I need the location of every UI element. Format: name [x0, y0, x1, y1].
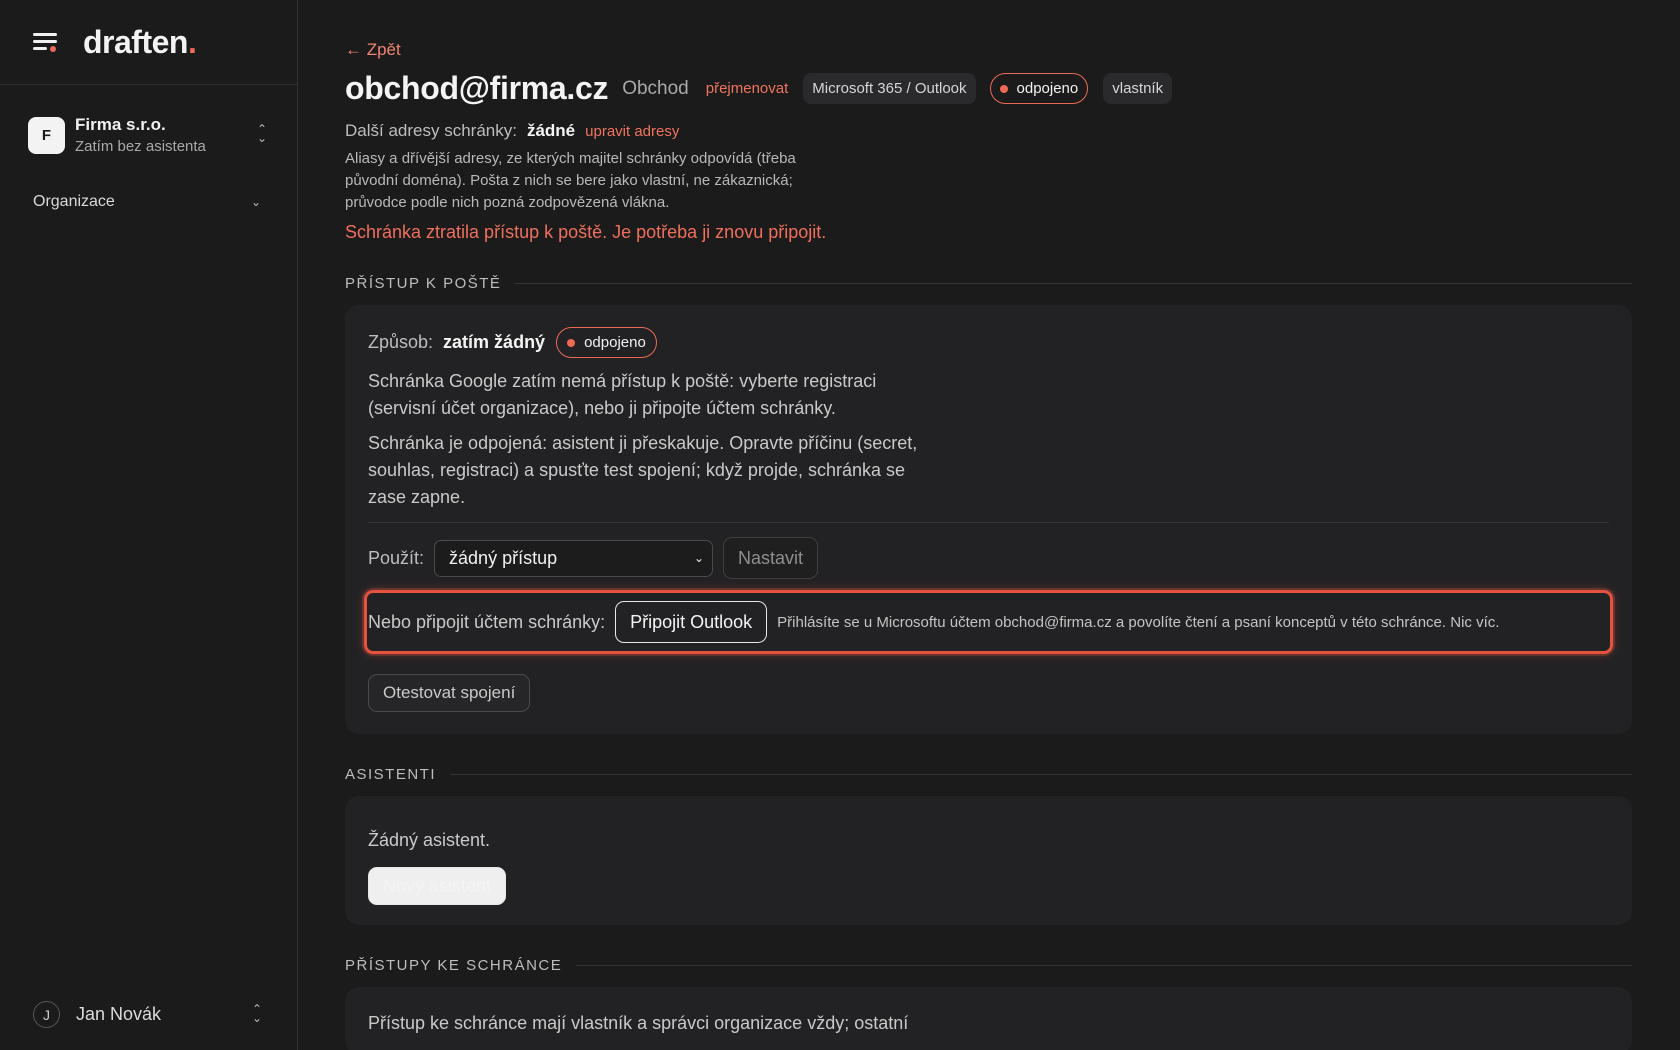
user-switcher[interactable]: J Jan Novák ⌃ ⌄ — [0, 1001, 297, 1028]
app: draften. F Firma s.r.o. Zatím bez asiste… — [0, 0, 1680, 1050]
mailbox-access-card: Přístup ke schránce mají vlastník a sprá… — [345, 987, 1632, 1050]
status-dot-icon — [999, 84, 1008, 93]
org-avatar: F — [28, 116, 65, 154]
connect-account-row: Nebo připojit účtem schránky: Připojit O… — [364, 590, 1613, 654]
aliases-value: žádné — [526, 121, 576, 140]
section-mailbox-access-heading: PŘÍSTUPY KE SCHRÁNCE — [345, 957, 1632, 974]
chevron-updown-icon: ⌃ ⌄ — [251, 1001, 263, 1025]
connect-label: Nebo připojit účtem schránky: — [368, 611, 606, 632]
title-row: obchod@firma.cz Obchod přejmenovat Micro… — [345, 70, 1632, 107]
set-button[interactable]: Nastavit — [723, 537, 819, 579]
nav-group-organizace[interactable]: Organizace ⌄ — [0, 185, 297, 219]
use-label: Použít: — [368, 547, 425, 568]
menu-icon[interactable] — [33, 30, 61, 54]
test-connection-button[interactable]: Otestovat spojení — [368, 674, 531, 712]
provider-tag: Microsoft 365 / Outlook — [803, 73, 976, 104]
chevron-down-icon: ⌄ — [693, 551, 705, 565]
assistants-card: Žádný asistent. Nový asistent — [345, 796, 1632, 925]
chevron-down-icon: ⌄ — [250, 195, 261, 209]
connect-help: Přihlásíte se u Microsoftu účtem obchod@… — [777, 613, 1500, 631]
main-content: ← Zpět obchod@firma.cz Obchod přejmenova… — [298, 0, 1680, 1050]
logo: draften. — [83, 23, 197, 60]
use-row: Použít: žádný přístup ⌄ Nastavit — [368, 537, 1609, 579]
aliases-label: Další adresy schránky: — [345, 121, 517, 140]
mailbox-access-text: Přístup ke schránce mají vlastník a sprá… — [368, 1013, 909, 1033]
info-text-2: Schránka je odpojená: asistent ji přeska… — [368, 433, 918, 507]
section-assistants-heading: ASISTENTI — [345, 766, 1632, 783]
org-name: Firma s.r.o. — [75, 115, 166, 134]
aliases-help: Aliasy a dřívější adresy, ze kterých maj… — [345, 150, 796, 211]
method-value: zatím žádný — [443, 332, 546, 352]
access-select[interactable]: žádný přístup ⌄ — [434, 539, 714, 577]
section-mail-access-heading: PŘÍSTUP K POŠTĚ — [345, 275, 1632, 292]
divider — [368, 522, 1609, 523]
method-status-badge: odpojeno — [556, 327, 657, 358]
error-message: Schránka ztratila přístup k poště. Je po… — [345, 222, 827, 242]
aliases-row: Další adresy schránky: žádné upravit adr… — [345, 121, 1632, 141]
page-title: obchod@firma.cz — [345, 70, 609, 106]
chevron-updown-icon: ⌃ ⌄ — [256, 122, 268, 145]
method-row: Způsob: zatím žádný odpojeno — [368, 327, 1609, 358]
user-avatar: J — [33, 1001, 60, 1028]
status-label: odpojeno — [1016, 80, 1079, 97]
brand-bar: draften. — [0, 0, 297, 85]
nav-group-label: Organizace — [33, 193, 115, 210]
status-badge: odpojeno — [989, 73, 1089, 104]
mail-access-card: Způsob: zatím žádný odpojeno Schránka Go… — [345, 305, 1632, 734]
edit-aliases-link[interactable]: upravit adresy — [585, 123, 679, 140]
user-name: Jan Novák — [76, 1004, 162, 1024]
back-link[interactable]: ← Zpět — [345, 40, 401, 60]
role-tag: vlastník — [1103, 73, 1173, 104]
org-subtitle: Zatím bez asistenta — [75, 138, 206, 155]
method-label: Způsob: — [368, 332, 434, 352]
mailbox-name: Obchod — [622, 77, 689, 99]
access-select-value: žádný přístup — [449, 547, 558, 568]
connect-outlook-button[interactable]: Připojit Outlook — [615, 601, 768, 643]
new-assistant-button[interactable]: Nový asistent — [368, 867, 507, 905]
sidebar: draften. F Firma s.r.o. Zatím bez asiste… — [0, 0, 298, 1050]
rename-link[interactable]: přejmenovat — [706, 80, 789, 97]
status-dot-icon — [567, 338, 576, 347]
org-switcher[interactable]: F Firma s.r.o. Zatím bez asistenta ⌃ ⌄ — [0, 85, 297, 185]
no-assistant-text: Žádný asistent. — [368, 830, 491, 850]
info-text-1: Schránka Google zatím nemá přístup k poš… — [368, 371, 877, 418]
